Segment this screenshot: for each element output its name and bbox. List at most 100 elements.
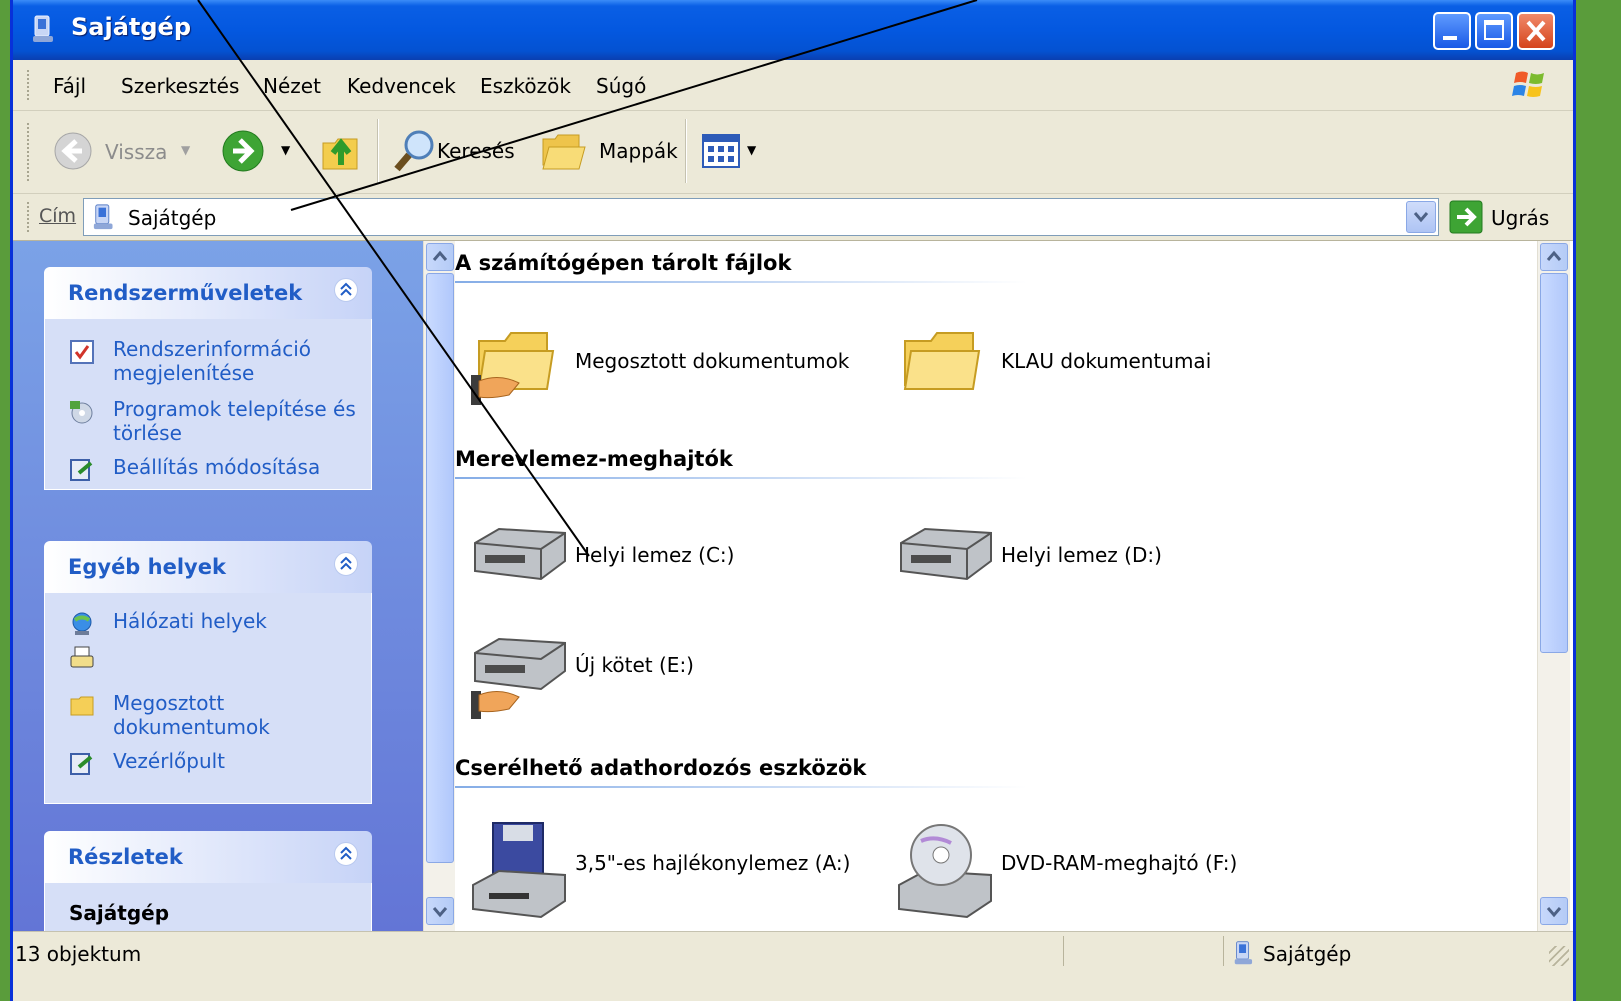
status-object-count: 13 objektum (15, 942, 142, 966)
double-chevron-up-icon (340, 846, 352, 860)
address-dropdown-button[interactable] (1406, 201, 1436, 233)
collapse-button[interactable] (334, 552, 358, 576)
item-shared-documents[interactable]: Megosztott dokumentumok (469, 321, 889, 411)
file-list-scrollbar[interactable] (1537, 241, 1570, 931)
group-title-hard-drives: Merevlemez-meghajtók (455, 447, 733, 471)
maximize-button[interactable] (1475, 12, 1513, 50)
task-add-remove-programs-label: Programok telepítése és törlése (113, 397, 356, 445)
item-label: DVD-RAM-meghajtó (F:) (1001, 851, 1238, 875)
menu-edit[interactable]: Szerkesztés (121, 74, 239, 98)
shared-folder-icon (471, 332, 555, 405)
network-places-icon (72, 612, 92, 635)
task-add-remove-programs[interactable]: Programok telepítése és törlése (45, 397, 363, 445)
menu-help[interactable]: Súgó (596, 74, 646, 98)
details-body: Sajátgép (44, 883, 372, 931)
system-info-icon (70, 340, 94, 364)
toolbar-grip[interactable] (27, 123, 33, 181)
scroll-down-button[interactable] (426, 897, 454, 925)
place-shared-documents-label: Megosztott dokumentumok (113, 691, 270, 739)
floppy-drive-icon (472, 822, 566, 919)
window-title: Sajátgép (71, 13, 192, 41)
place-printers[interactable] (45, 643, 353, 673)
standard-toolbar: Vissza ▼ ▼ Keresés Mappák ▼ (13, 111, 1573, 194)
printer-icon (70, 646, 94, 668)
file-list: A számítógépen tárolt fájlok Megosztott … (455, 241, 1537, 931)
forward-arrow-icon (222, 130, 264, 172)
item-label: Új kötet (E:) (575, 653, 694, 677)
status-bar: 13 objektum Sajátgép (13, 931, 1573, 1001)
collapse-button[interactable] (334, 842, 358, 866)
item-floppy-a[interactable]: 3,5"-es hajlékonylemez (A:) (469, 821, 889, 921)
group-divider (455, 477, 1027, 479)
control-panel-icon (70, 753, 93, 775)
item-label: KLAU dokumentumai (1001, 349, 1212, 373)
collapse-button[interactable] (334, 278, 358, 302)
item-label: 3,5"-es hajlékonylemez (A:) (575, 851, 851, 875)
item-label: Helyi lemez (D:) (1001, 543, 1162, 567)
place-network[interactable]: Hálózati helyek (45, 609, 353, 635)
views-button[interactable]: ▼ (701, 133, 771, 173)
item-dvd-ram-f[interactable]: DVD-RAM-meghajtó (F:) (895, 821, 1315, 921)
menu-view[interactable]: Nézet (263, 74, 321, 98)
menu-tools[interactable]: Eszközök (480, 74, 571, 98)
chevron-down-icon (1413, 212, 1429, 223)
resize-grip[interactable] (1549, 946, 1569, 966)
scroll-up-button[interactable] (426, 243, 454, 271)
add-remove-programs-icon (70, 401, 93, 424)
task-pane-scrollbar[interactable] (423, 241, 456, 931)
close-button[interactable] (1517, 12, 1555, 50)
title-bar[interactable]: Sajátgép (13, 0, 1573, 60)
task-change-setting-label: Beállítás módosítása (113, 455, 321, 479)
minimize-button[interactable] (1433, 12, 1471, 50)
double-chevron-up-icon (340, 556, 352, 570)
task-change-setting[interactable]: Beállítás módosítása (45, 455, 373, 481)
back-dropdown-icon[interactable]: ▼ (181, 143, 190, 157)
double-chevron-up-icon (340, 282, 352, 296)
forward-dropdown-icon[interactable]: ▼ (281, 143, 290, 157)
my-computer-icon (93, 204, 113, 230)
other-places-header[interactable]: Egyéb helyek (44, 541, 372, 593)
hard-drive-icon (474, 527, 566, 581)
scroll-down-button[interactable] (1540, 897, 1568, 925)
folders-label: Mappák (599, 139, 678, 163)
system-tasks-body: Rendszerinformáció megjelenítése Program… (44, 319, 372, 490)
forward-button[interactable]: ▼ (217, 129, 297, 175)
up-folder-icon[interactable] (319, 129, 363, 173)
menubar-grip[interactable] (27, 70, 33, 100)
item-new-volume-e[interactable]: Új kötet (E:) (469, 631, 889, 721)
toolbar-separator (377, 119, 379, 183)
place-control-panel-label: Vezérlőpult (113, 749, 226, 773)
go-button[interactable]: Ugrás (1447, 198, 1557, 236)
address-input[interactable]: Sajátgép (83, 198, 1439, 236)
group-divider (455, 281, 1027, 283)
addressbar-grip[interactable] (27, 202, 33, 232)
menu-favorites[interactable]: Kedvencek (347, 74, 456, 98)
scroll-thumb[interactable] (426, 273, 454, 863)
place-control-panel[interactable]: Vezérlőpult (45, 749, 353, 775)
place-shared-documents[interactable]: Megosztott dokumentumok (45, 691, 353, 739)
chevron-down-icon (432, 907, 448, 918)
details-title: Részletek (68, 845, 183, 869)
item-klau-documents[interactable]: KLAU dokumentumai (895, 321, 1315, 411)
status-divider (1223, 936, 1224, 966)
scroll-up-button[interactable] (1540, 243, 1568, 271)
search-button[interactable]: Keresés (391, 127, 531, 177)
address-label: Cím (39, 205, 77, 227)
back-button[interactable]: Vissza ▼ (49, 129, 199, 175)
system-tasks-header[interactable]: Rendszerműveletek (44, 267, 372, 319)
go-arrow-icon (1449, 200, 1483, 234)
group-divider (455, 786, 1027, 788)
status-location: Sajátgép (1263, 942, 1352, 966)
chevron-down-icon (1546, 907, 1562, 918)
other-places-body: Hálózati helyek Megosztott dokumentumok … (44, 593, 372, 804)
folders-button[interactable]: Mappák (539, 127, 679, 177)
menu-file[interactable]: Fájl (53, 74, 86, 98)
task-system-info[interactable]: Rendszerinformáció megjelenítése (45, 337, 343, 385)
scroll-thumb[interactable] (1540, 273, 1568, 653)
task-system-info-label: Rendszerinformáció megjelenítése (113, 337, 312, 385)
my-computer-icon (1234, 941, 1253, 965)
details-header[interactable]: Részletek (44, 831, 372, 883)
item-local-disk-c[interactable]: Helyi lemez (C:) (469, 521, 889, 601)
item-local-disk-d[interactable]: Helyi lemez (D:) (895, 521, 1315, 601)
views-icon (702, 134, 740, 168)
